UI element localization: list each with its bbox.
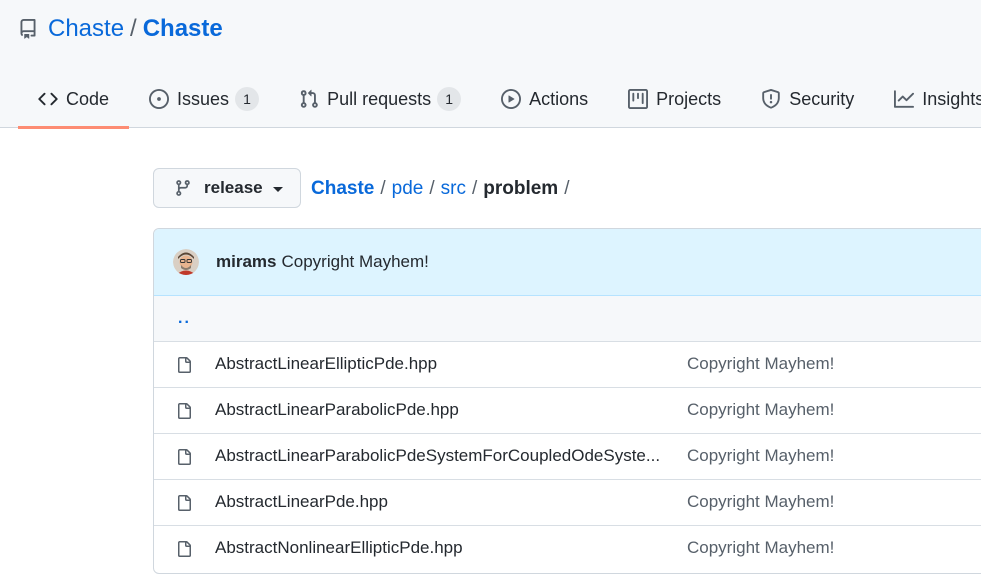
tab-code[interactable]: Code: [18, 70, 130, 129]
tab-issues-label: Issues: [177, 88, 230, 109]
file-name-link[interactable]: AbstractLinearEllipticPde.hpp: [215, 354, 665, 374]
file-commit-message-link[interactable]: Copyright Mayhem!: [687, 492, 834, 512]
avatar[interactable]: [173, 249, 199, 275]
repo-title: Chaste / Chaste: [18, 12, 223, 46]
parent-directory-row[interactable]: ..: [154, 296, 981, 342]
repo-nav-tabs: Code Issues 1 Pull requests 1 Actions Pr…: [18, 70, 981, 129]
file-icon: [176, 356, 192, 374]
issue-opened-icon: [149, 89, 170, 109]
breadcrumb-current: problem: [483, 178, 559, 199]
tab-insights[interactable]: Insights: [874, 70, 981, 128]
tab-code-label: Code: [66, 88, 110, 109]
breadcrumb-separator: /: [471, 178, 478, 199]
file-icon: [176, 402, 192, 420]
pull-requests-count-badge: 1: [437, 87, 462, 111]
repo-name-link[interactable]: Chaste: [143, 15, 223, 43]
chevron-down-icon: [272, 186, 283, 192]
project-icon: [628, 89, 649, 109]
play-icon: [501, 89, 522, 109]
file-row: AbstractLinearEllipticPde.hpp Copyright …: [154, 342, 981, 388]
repo-owner-link[interactable]: Chaste: [48, 15, 124, 43]
file-commit-message-link[interactable]: Copyright Mayhem!: [687, 538, 834, 558]
tab-projects[interactable]: Projects: [608, 70, 741, 128]
file-icon: [176, 494, 192, 512]
file-icon: [176, 448, 192, 466]
tab-pull-requests[interactable]: Pull requests 1: [279, 70, 481, 128]
file-listing: mirams Copyright Mayhem! .. AbstractLine…: [153, 228, 981, 574]
breadcrumb: Chaste / pde / src / problem /: [311, 176, 575, 202]
breadcrumb-root-link[interactable]: Chaste: [311, 178, 374, 200]
file-name-link[interactable]: AbstractNonlinearEllipticPde.hpp: [215, 538, 665, 558]
file-name-link[interactable]: AbstractLinearParabolicPdeSystemForCoupl…: [215, 446, 665, 466]
file-name-link[interactable]: AbstractLinearPde.hpp: [215, 492, 665, 512]
repo-icon: [18, 19, 38, 39]
graph-icon: [894, 89, 915, 109]
breadcrumb-separator: /: [429, 178, 435, 199]
branch-selector-button[interactable]: release: [153, 168, 301, 208]
file-row: AbstractLinearPde.hpp Copyright Mayhem!: [154, 480, 981, 526]
issues-count-badge: 1: [235, 87, 260, 111]
tab-actions-label: Actions: [529, 88, 589, 109]
file-row: AbstractLinearParabolicPdeSystemForCoupl…: [154, 434, 981, 480]
breadcrumb-separator: /: [380, 178, 386, 199]
repo-separator: /: [130, 15, 137, 42]
commit-message-link[interactable]: Copyright Mayhem!: [281, 252, 428, 272]
latest-commit-bar: mirams Copyright Mayhem!: [154, 229, 981, 296]
tab-actions[interactable]: Actions: [481, 70, 608, 128]
commit-author-link[interactable]: mirams: [216, 252, 276, 272]
breadcrumb-separator: /: [564, 178, 570, 199]
file-commit-message-link[interactable]: Copyright Mayhem!: [687, 446, 834, 466]
git-pull-request-icon: [299, 89, 319, 109]
git-branch-icon: [174, 179, 192, 197]
tab-projects-label: Projects: [656, 88, 722, 109]
tab-insights-label: Insights: [922, 88, 981, 109]
tab-security[interactable]: Security: [741, 70, 874, 128]
file-name-link[interactable]: AbstractLinearParabolicPde.hpp: [215, 400, 665, 420]
shield-icon: [761, 89, 781, 109]
file-commit-message-link[interactable]: Copyright Mayhem!: [687, 354, 834, 374]
code-icon: [38, 89, 58, 109]
repo-header: Chaste / Chaste Code Issues 1 Pull reque…: [0, 0, 981, 129]
tab-issues[interactable]: Issues 1: [129, 70, 279, 128]
file-commit-message-link[interactable]: Copyright Mayhem!: [687, 400, 834, 420]
file-row: AbstractLinearParabolicPde.hpp Copyright…: [154, 388, 981, 434]
file-icon: [176, 540, 192, 558]
breadcrumb-link-src[interactable]: src: [441, 178, 466, 200]
breadcrumb-link-pde[interactable]: pde: [392, 178, 424, 200]
branch-label: release: [204, 178, 263, 197]
tab-pull-requests-label: Pull requests: [327, 88, 432, 109]
parent-directory-link[interactable]: ..: [178, 310, 191, 328]
tab-security-label: Security: [789, 88, 855, 109]
file-row: AbstractNonlinearEllipticPde.hpp Copyrig…: [154, 526, 981, 572]
